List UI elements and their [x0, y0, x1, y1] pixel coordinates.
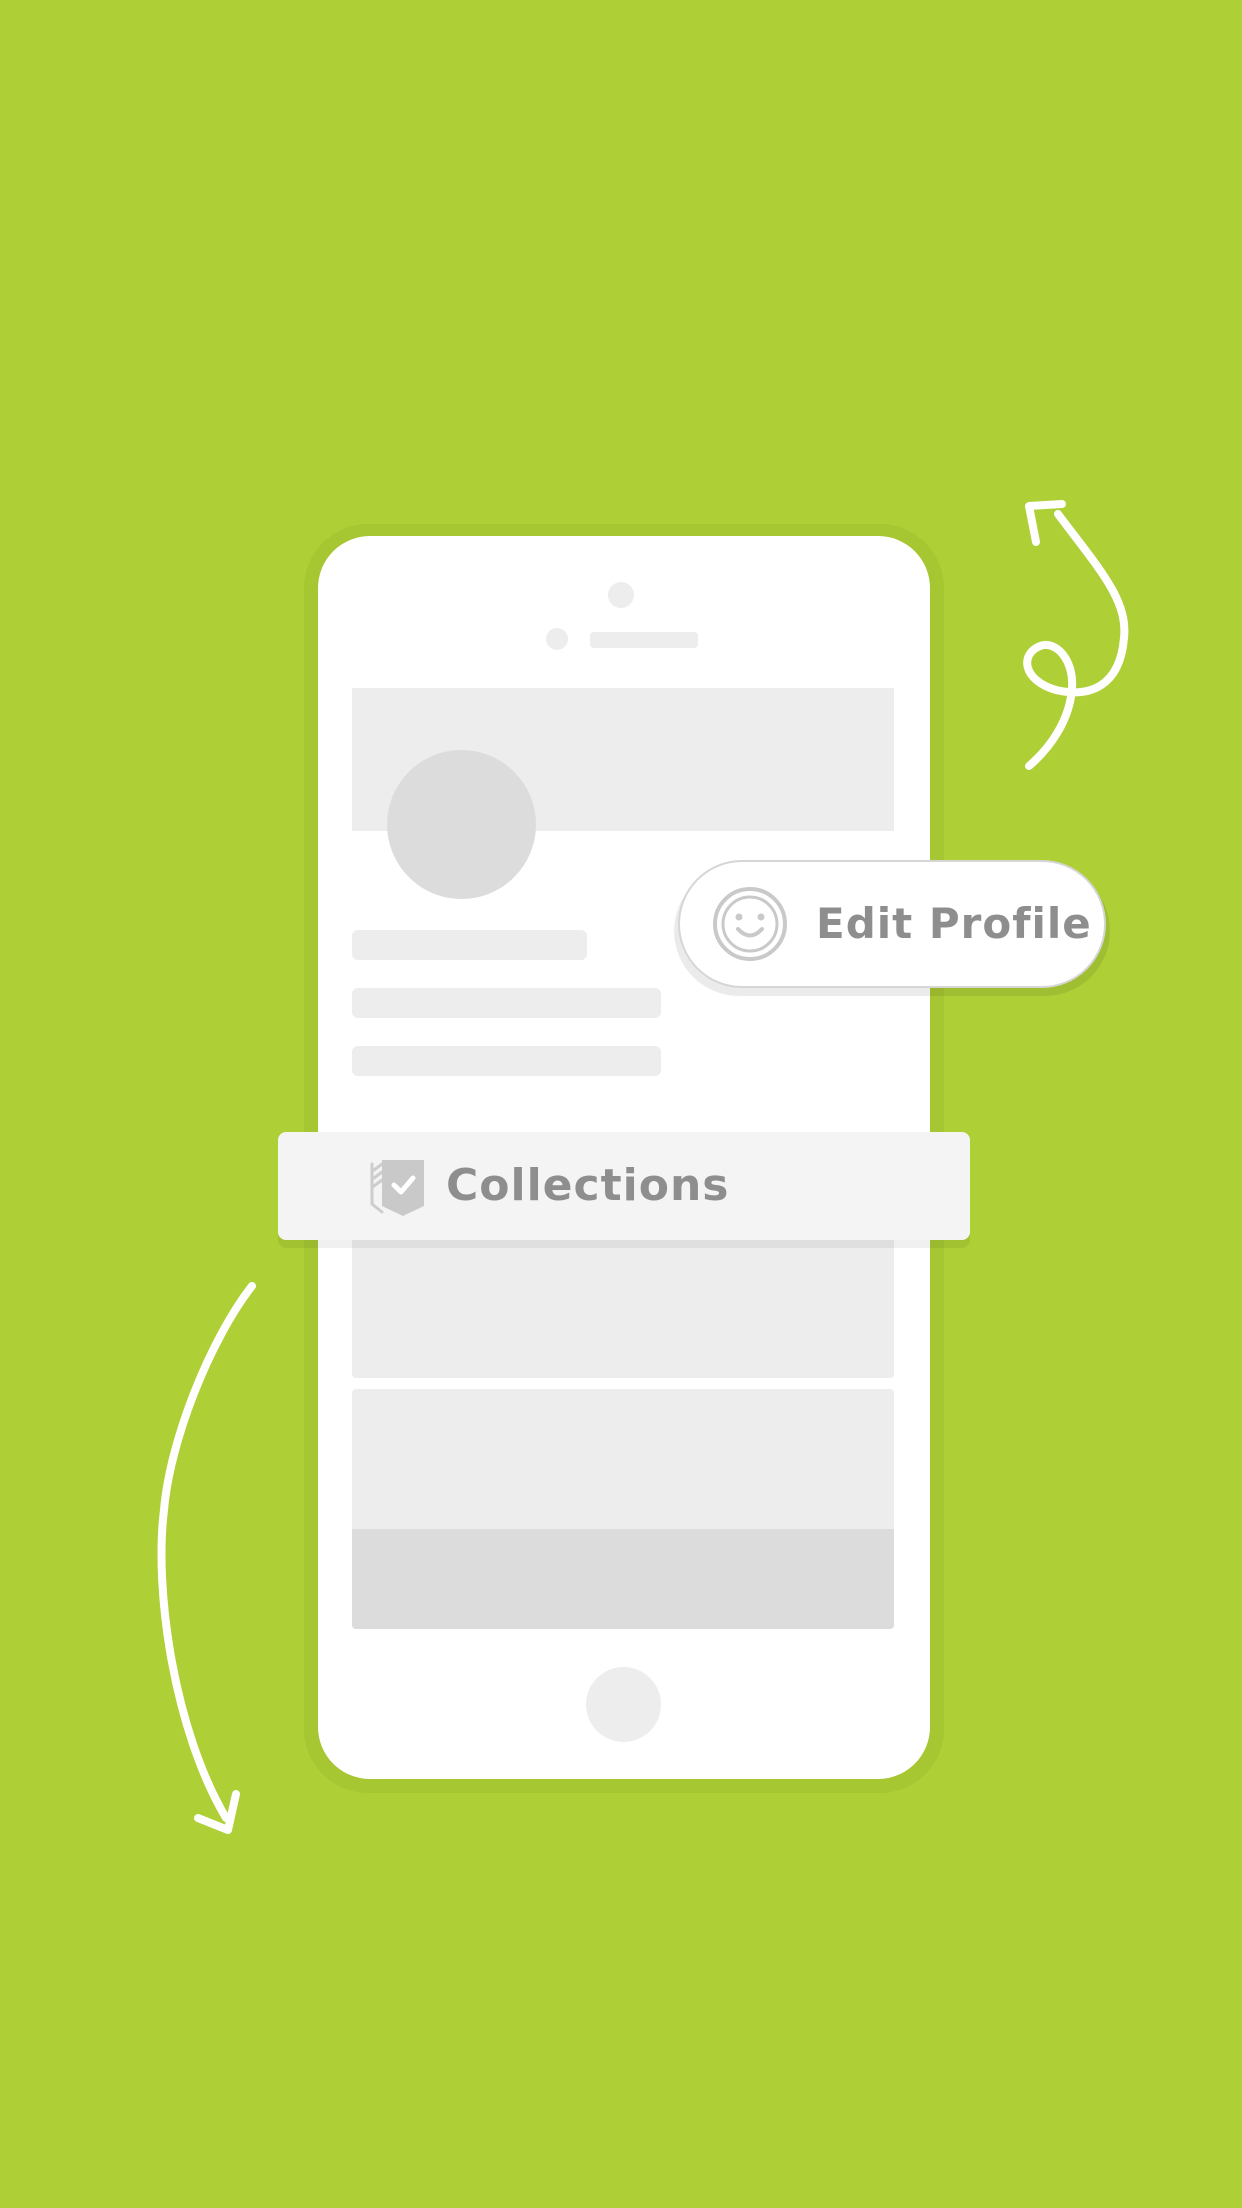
name-line-placeholder: [352, 930, 587, 960]
collections-label: Collections: [446, 1160, 730, 1211]
bio-line-placeholder: [352, 988, 661, 1018]
content-card-placeholder: [352, 1236, 894, 1378]
smiley-face-icon: [713, 887, 787, 961]
card-footer-placeholder: [352, 1529, 894, 1629]
curly-arrow-up-icon: [1023, 500, 1129, 770]
earpiece-speaker: [590, 632, 698, 648]
edit-profile-label: Edit Profile: [816, 899, 1092, 948]
curved-arrow-down-icon: [157, 1282, 256, 1834]
edit-profile-button[interactable]: Edit Profile: [678, 860, 1106, 988]
collections-banner[interactable]: Collections: [278, 1132, 970, 1240]
avatar-placeholder: [387, 750, 536, 899]
home-button[interactable]: [586, 1667, 661, 1742]
content-card-placeholder: [352, 1389, 894, 1629]
front-camera: [546, 628, 568, 650]
bio-line-placeholder: [352, 1046, 661, 1076]
bookmark-check-icon: [370, 1160, 424, 1216]
front-sensor: [608, 582, 634, 608]
